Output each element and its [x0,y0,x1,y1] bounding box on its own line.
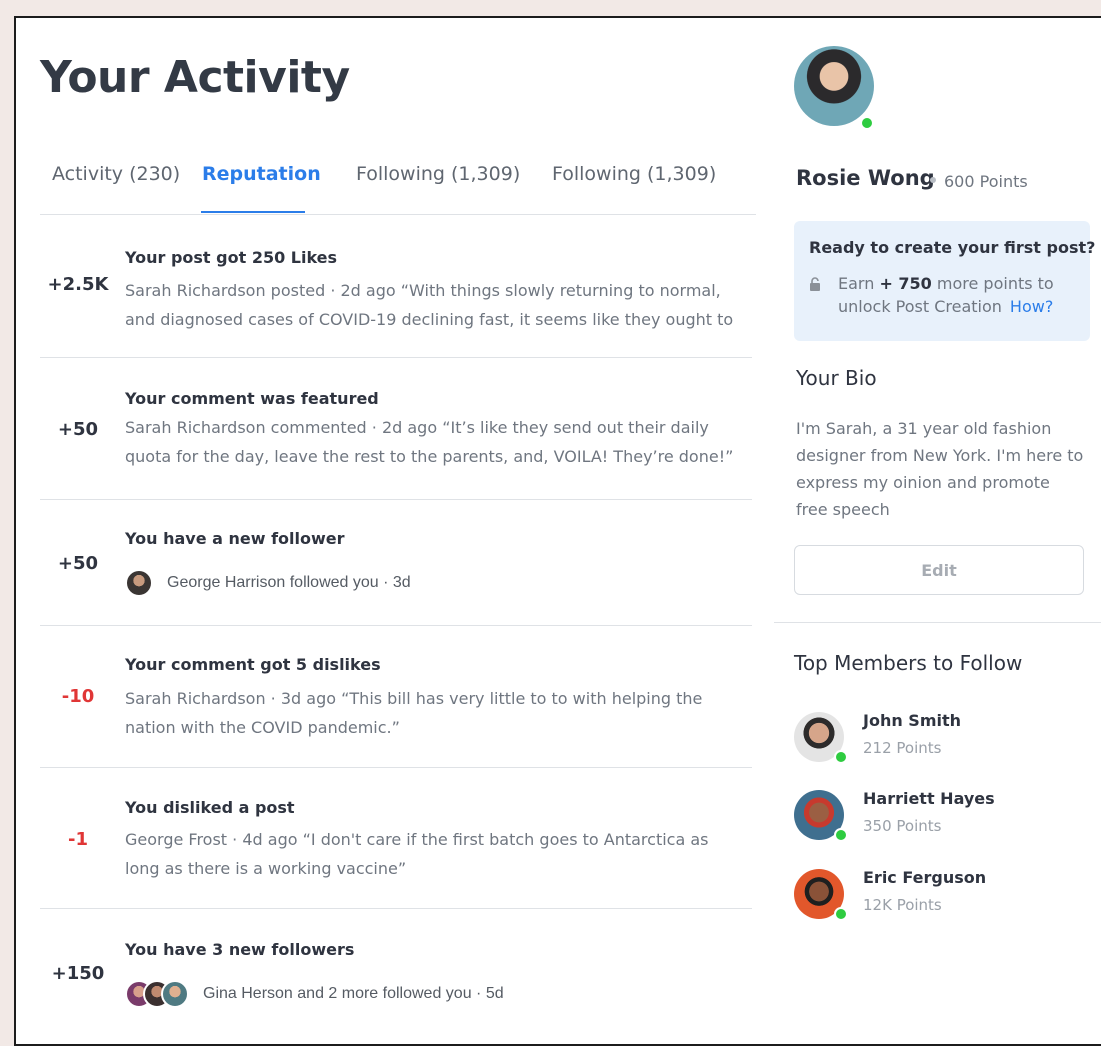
reputation-points: +2.5K [47,274,109,295]
reputation-points: -10 [61,686,95,707]
reputation-points: -1 [68,829,88,850]
list-item[interactable]: +50 You have a new follower George Harri… [40,500,752,626]
active-tab-indicator [201,211,305,213]
reputation-points: +50 [57,419,99,440]
tab-following[interactable]: Following (1,309) [356,163,520,185]
follower-line: Gina Herson and 2 more followed you · 5d [125,980,504,1008]
reputation-points: +150 [51,963,105,984]
post-creation-callout: Ready to create your first post? Earn + … [794,221,1095,341]
item-title: You have a new follower [125,529,345,548]
follower-avatar-stack[interactable] [125,980,189,1008]
avatar[interactable] [794,46,874,126]
member-points: 12K Points [863,896,942,914]
follow-text: Gina Herson and 2 more followed you · 5d [203,985,504,1002]
item-text: Sarah Richardson · 3d ago “This bill has… [125,689,703,737]
list-item[interactable]: +150 You have 3 new followers Gina Herso… [40,909,752,1035]
online-status-dot [834,750,848,764]
member-name: Eric Ferguson [863,868,987,887]
member-points: 212 Points [863,739,942,757]
profile-sidebar: Rosie Wong 600 Points Ready to create yo… [774,18,1101,1046]
tab-activity[interactable]: Activity (230) [52,163,180,185]
activity-card: Your Activity Activity (230) Reputation … [14,16,1101,1046]
separator-dot [930,177,936,183]
member-item[interactable]: John Smith 212 Points [794,711,1094,768]
item-title: Your comment got 5 dislikes [125,655,381,674]
item-text: George Frost · 4d ago “I don't care if t… [125,830,709,878]
item-text: Sarah Richardson posted · 2d ago “With t… [125,281,734,329]
bio-heading: Your Bio [796,366,877,390]
tab-bar: Activity (230) Reputation Following (1,3… [40,158,756,215]
bio-text: I'm Sarah, a 31 year old fashion designe… [796,419,1084,519]
member-name: Harriett Hayes [863,789,995,808]
page-title: Your Activity [40,52,350,103]
online-status-dot [834,907,848,921]
how-link[interactable]: How? [1010,297,1053,316]
callout-text: Earn + 750 more points to unlock Post Cr… [838,274,1054,316]
divider [774,622,1101,623]
list-item[interactable]: +2.5K Your post got 250 Likes Sarah Rich… [40,215,752,358]
tab-reputation[interactable]: Reputation [202,163,321,185]
item-title: You have 3 new followers [125,940,355,959]
tab-following-2[interactable]: Following (1,309) [552,163,716,185]
item-title: You disliked a post [125,798,295,817]
profile-points: 600 Points [944,172,1028,191]
follow-text: George Harrison followed you · 3d [167,574,411,591]
profile-name: Rosie Wong [796,166,935,190]
list-item[interactable]: -1 You disliked a post George Frost · 4d… [40,768,752,909]
lock-icon [810,277,820,291]
reputation-feed: +2.5K Your post got 250 Likes Sarah Rich… [40,215,752,1035]
member-item[interactable]: Eric Ferguson 12K Points [794,868,1094,925]
online-status-dot [860,116,874,130]
member-item[interactable]: Harriett Hayes 350 Points [794,789,1094,846]
reputation-points: +50 [57,553,99,574]
member-name: John Smith [863,711,962,730]
follower-line: George Harrison followed you · 3d [125,569,411,597]
members-heading: Top Members to Follow [794,651,1023,675]
callout-points: + 750 [879,274,932,293]
edit-bio-button[interactable]: Edit [794,545,1084,595]
online-status-dot [834,828,848,842]
list-item[interactable]: -10 Your comment got 5 dislikes Sarah Ri… [40,626,752,768]
item-text: Sarah Richardson commented · 2d ago “It’… [125,418,734,466]
list-item[interactable]: +50 Your comment was featured Sarah Rich… [40,358,752,500]
item-title: Your comment was featured [125,389,379,408]
follower-avatar[interactable] [125,569,153,597]
callout-title: Ready to create your first post? [809,238,1096,257]
follower-avatar [161,980,189,1008]
member-points: 350 Points [863,817,942,835]
item-title: Your post got 250 Likes [125,248,338,267]
